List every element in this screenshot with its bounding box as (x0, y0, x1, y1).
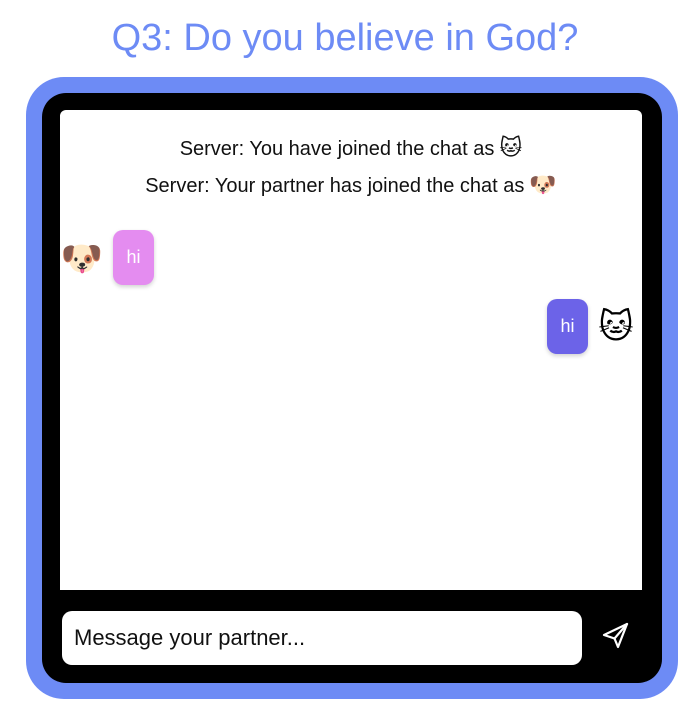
self-avatar-cat-icon: 🐱 (598, 308, 634, 346)
partner-message-bubble: hi (113, 230, 154, 285)
self-message-bubble: hi (547, 299, 588, 354)
message-input[interactable] (62, 611, 582, 665)
server-message: Server: You have joined the chat as 🐱 (60, 135, 642, 162)
dog-emoji-icon: 🐶 (529, 172, 557, 197)
server-message: Server: Your partner has joined the chat… (60, 172, 642, 199)
send-icon (602, 622, 629, 649)
partner-avatar-dog-icon: 🐶 (60, 240, 104, 278)
chat-messages-area[interactable]: Server: You have joined the chat as 🐱 Ser… (60, 110, 642, 590)
send-button[interactable] (594, 614, 638, 658)
server-message-text: Server: You have joined the chat as (179, 138, 495, 160)
server-message-text: Server: Your partner has joined the chat… (145, 175, 525, 197)
cat-emoji-icon: 🐱 (499, 135, 523, 160)
page-title: Q3: Do you believe in God? (111, 17, 579, 59)
